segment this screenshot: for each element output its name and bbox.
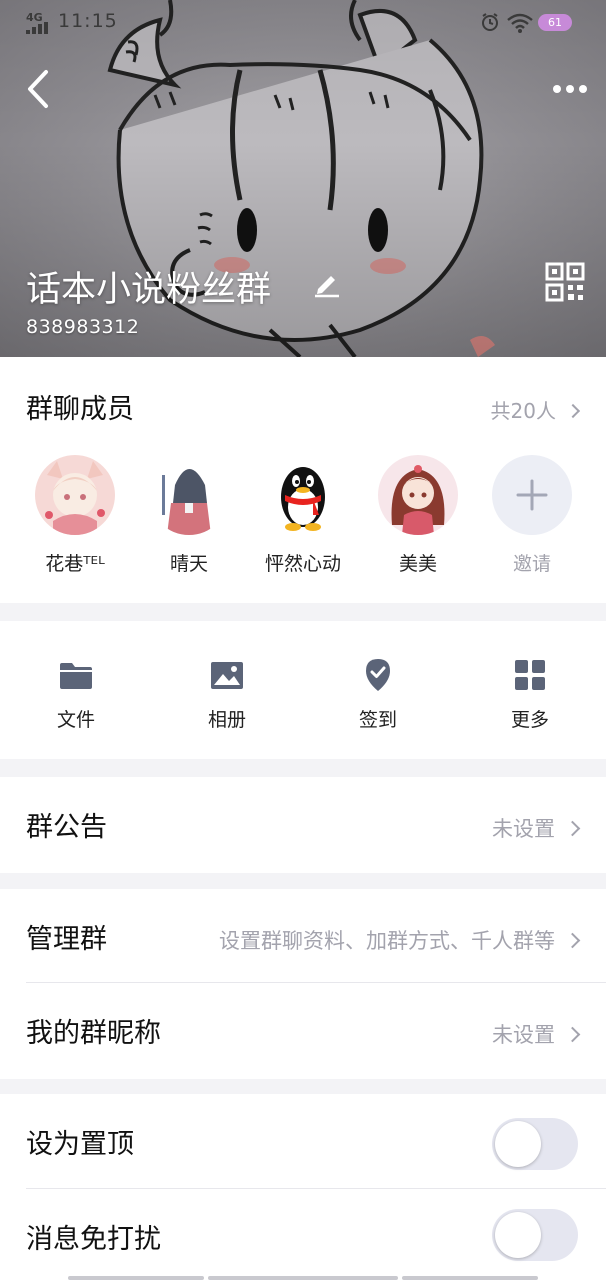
member-count: 共20人 bbox=[490, 399, 556, 423]
member-item[interactable]: 美美 bbox=[363, 455, 473, 576]
chevron-right-icon bbox=[564, 820, 581, 837]
tool-label: 签到 bbox=[358, 709, 397, 731]
folder-icon bbox=[60, 663, 92, 689]
member-name: 美美 bbox=[398, 553, 437, 575]
more-tools-button[interactable]: 更多 bbox=[480, 657, 580, 732]
invite-member-button[interactable]: 邀请 bbox=[477, 455, 587, 576]
tool-label: 相册 bbox=[207, 709, 246, 731]
checkin-icon bbox=[366, 659, 390, 691]
edit-pencil-icon[interactable] bbox=[312, 268, 342, 298]
invite-label: 邀请 bbox=[512, 553, 551, 575]
pin-chat-row: 设为置顶 bbox=[0, 1094, 606, 1190]
more-dots-icon[interactable] bbox=[550, 78, 590, 100]
members-title: 群聊成员 bbox=[26, 394, 134, 425]
grid-icon bbox=[515, 660, 545, 690]
pin-chat-toggle[interactable] bbox=[492, 1118, 578, 1170]
manage-group-row[interactable]: 管理群 设置群聊资料、加群方式、千人群等 bbox=[0, 889, 606, 985]
status-bar: 4G 11:15 61 bbox=[0, 0, 606, 46]
manage-group-value: 设置群聊资料、加群方式、千人群等 bbox=[219, 929, 555, 953]
do-not-disturb-row: 消息免打扰 bbox=[0, 1189, 606, 1280]
members-section: 群聊成员 共20人 花巷ᵀᴱᴸ 晴天 怦然心动 美美 邀请 bbox=[0, 357, 606, 603]
member-avatar bbox=[35, 455, 115, 535]
wifi-icon bbox=[507, 13, 533, 33]
member-count-link[interactable]: 共20人 bbox=[490, 395, 581, 424]
chevron-right-icon bbox=[564, 932, 581, 949]
clock: 11:15 bbox=[58, 10, 118, 32]
qr-code-icon[interactable] bbox=[545, 262, 585, 302]
member-item[interactable]: 花巷ᵀᴱᴸ bbox=[20, 455, 130, 576]
invite-avatar bbox=[492, 455, 572, 535]
toggle-knob bbox=[495, 1121, 541, 1167]
do-not-disturb-label: 消息免打扰 bbox=[26, 1224, 161, 1255]
nav-indicator bbox=[402, 1276, 538, 1280]
group-nickname-label: 我的群昵称 bbox=[26, 1018, 161, 1049]
alarm-icon bbox=[482, 13, 498, 31]
member-name: 晴天 bbox=[169, 553, 208, 575]
manage-group-label: 管理群 bbox=[26, 924, 107, 955]
group-nickname-value: 未设置 bbox=[492, 1023, 555, 1047]
member-item[interactable]: 晴天 bbox=[134, 455, 244, 576]
back-arrow-icon[interactable] bbox=[22, 68, 54, 110]
nav-indicator bbox=[68, 1276, 204, 1280]
battery-indicator: 61 bbox=[538, 14, 572, 31]
signal-icon bbox=[26, 22, 48, 34]
qq-penguin-avatar-icon bbox=[263, 455, 343, 535]
group-nickname-row[interactable]: 我的群昵称 未设置 bbox=[0, 983, 606, 1079]
checkin-button[interactable]: 签到 bbox=[328, 657, 428, 732]
group-name: 话本小说粉丝群 bbox=[26, 270, 272, 310]
tool-label: 文件 bbox=[56, 709, 95, 731]
do-not-disturb-toggle[interactable] bbox=[492, 1209, 578, 1261]
nav-indicator bbox=[208, 1276, 398, 1280]
tool-label: 更多 bbox=[510, 709, 549, 731]
anime-girl-red-hair-avatar-icon bbox=[378, 455, 458, 535]
member-name: 怦然心动 bbox=[264, 553, 341, 575]
anime-girl-back-avatar-icon bbox=[149, 455, 229, 535]
member-avatar bbox=[378, 455, 458, 535]
announcement-row[interactable]: 群公告 未设置 bbox=[0, 777, 606, 873]
files-button[interactable]: 文件 bbox=[26, 657, 126, 732]
announcement-label: 群公告 bbox=[26, 812, 107, 843]
tools-section: 文件 相册 签到 更多 bbox=[0, 621, 606, 759]
anime-girl-cat-avatar-icon bbox=[35, 455, 115, 535]
chevron-right-icon bbox=[564, 1026, 581, 1043]
group-header: 4G 11:15 61 话本小说粉丝群 838983312 bbox=[0, 0, 606, 357]
album-button[interactable]: 相册 bbox=[177, 657, 277, 732]
member-name: 花巷ᵀᴱᴸ bbox=[45, 553, 105, 575]
member-avatar bbox=[263, 455, 343, 535]
member-item[interactable]: 怦然心动 bbox=[248, 455, 358, 576]
member-avatar bbox=[149, 455, 229, 535]
photo-icon bbox=[211, 662, 243, 689]
toggle-knob bbox=[495, 1212, 541, 1258]
group-id: 838983312 bbox=[26, 316, 140, 338]
chevron-right-icon bbox=[565, 403, 581, 419]
plus-icon bbox=[516, 479, 548, 511]
announcement-value: 未设置 bbox=[492, 817, 555, 841]
pin-chat-label: 设为置顶 bbox=[26, 1129, 134, 1160]
